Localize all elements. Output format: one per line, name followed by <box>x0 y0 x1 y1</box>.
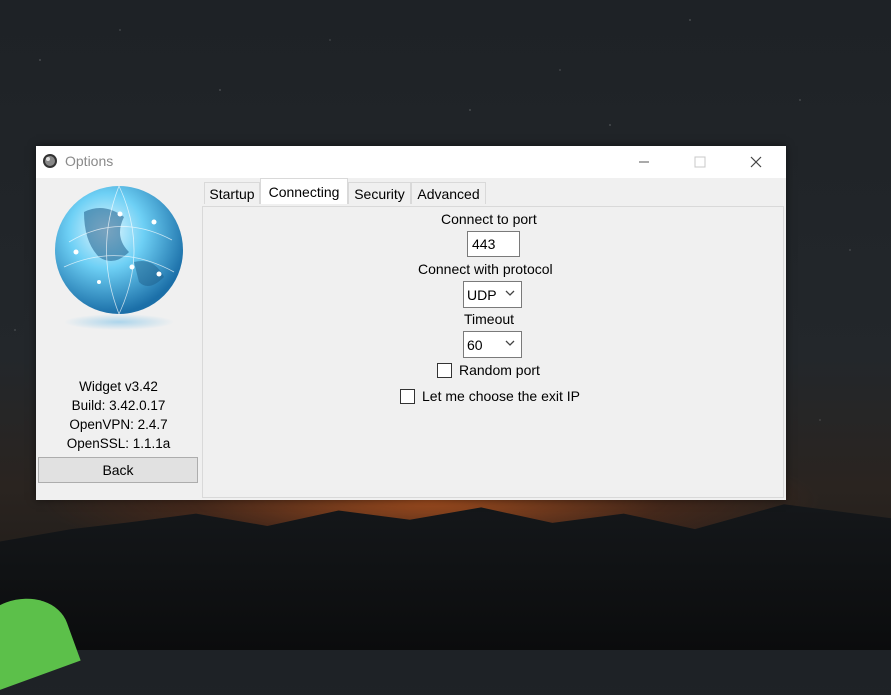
exit-ip-checkbox[interactable] <box>400 389 415 404</box>
protocol-select[interactable]: UDP <box>463 281 522 308</box>
globe-logo-icon <box>55 185 183 330</box>
chevron-down-icon <box>505 290 515 296</box>
port-label: Connect to port <box>441 211 537 227</box>
maximize-button[interactable] <box>672 146 728 178</box>
tab-advanced[interactable]: Advanced <box>411 182 486 204</box>
tab-startup[interactable]: Startup <box>204 182 260 204</box>
window-title: Options <box>65 153 114 169</box>
random-port-checkbox[interactable] <box>437 363 452 378</box>
title-bar[interactable]: Options <box>36 146 786 178</box>
tab-security[interactable]: Security <box>348 182 411 204</box>
chevron-down-icon <box>505 340 515 346</box>
desktop-mountains <box>0 504 891 650</box>
globe-app-icon <box>43 154 57 168</box>
minimize-button[interactable] <box>616 146 672 178</box>
build-line: Build: 3.42.0.17 <box>71 398 166 413</box>
openvpn-line: OpenVPN: 2.4.7 <box>69 417 168 432</box>
protocol-value: UDP <box>467 286 497 303</box>
tab-connecting[interactable]: Connecting <box>260 178 348 204</box>
timeout-value: 60 <box>467 336 483 353</box>
version-line: Widget v3.42 <box>79 379 158 394</box>
options-window: Options Widget v3.42 Build: 3.42.0.17 Op… <box>36 146 786 500</box>
version-info: Widget v3.42 Build: 3.42.0.17 OpenVPN: 2… <box>36 377 201 453</box>
close-icon <box>750 156 762 168</box>
timeout-label: Timeout <box>464 311 515 327</box>
openssl-line: OpenSSL: 1.1.1a <box>66 436 171 451</box>
back-button[interactable]: Back <box>38 457 198 483</box>
random-port-label: Random port <box>459 362 540 378</box>
minimize-icon <box>639 161 649 163</box>
port-input[interactable]: 443 <box>467 231 520 257</box>
close-button[interactable] <box>728 146 784 178</box>
timeout-select[interactable]: 60 <box>463 331 522 358</box>
protocol-label: Connect with protocol <box>418 261 553 277</box>
maximize-icon <box>694 156 706 168</box>
sidebar: Widget v3.42 Build: 3.42.0.17 OpenVPN: 2… <box>36 178 201 500</box>
connecting-panel: Connect to port 443 Connect with protoco… <box>202 206 784 498</box>
exit-ip-label: Let me choose the exit IP <box>422 388 580 404</box>
